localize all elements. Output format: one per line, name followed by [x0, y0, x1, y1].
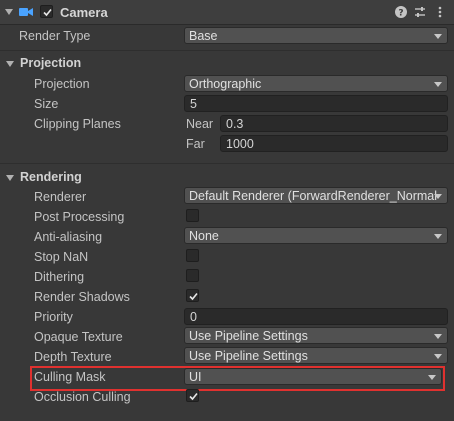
stop-nan-checkbox[interactable]	[186, 249, 199, 262]
clipping-planes-label: Clipping Planes	[34, 117, 121, 131]
anti-aliasing-label: Anti-aliasing	[34, 230, 103, 244]
culling-mask-highlight	[30, 366, 445, 391]
priority-field[interactable]: 0	[184, 308, 448, 325]
chevron-down-icon	[434, 194, 442, 199]
occlusion-culling-checkbox[interactable]	[186, 389, 199, 402]
component-header[interactable]: Camera ?	[0, 0, 454, 25]
far-field[interactable]: 1000	[220, 135, 448, 152]
rendering-section-title[interactable]: Rendering	[20, 170, 82, 184]
render-shadows-checkbox[interactable]	[186, 289, 199, 302]
renderer-label: Renderer	[34, 190, 87, 204]
rendering-foldout-icon[interactable]	[6, 175, 14, 181]
dithering-label: Dithering	[34, 270, 85, 284]
depth-texture-dropdown[interactable]: Use Pipeline Settings	[184, 347, 448, 364]
checkmark-icon	[189, 392, 198, 401]
priority-label: Priority	[34, 310, 73, 324]
projection-section-title[interactable]: Projection	[20, 56, 81, 70]
chevron-down-icon	[434, 82, 442, 87]
render-shadows-label: Render Shadows	[34, 290, 130, 304]
projection-label: Projection	[34, 77, 90, 91]
presets-icon[interactable]	[413, 5, 427, 19]
camera-icon	[19, 8, 33, 16]
projection-dropdown[interactable]: Orthographic	[184, 75, 448, 92]
render-type-dropdown[interactable]: Base	[184, 27, 448, 44]
chevron-down-icon	[434, 34, 442, 39]
anti-aliasing-value: None	[189, 229, 219, 243]
depth-texture-value: Use Pipeline Settings	[189, 349, 308, 363]
menu-icon[interactable]	[433, 5, 447, 19]
near-field[interactable]: 0.3	[220, 115, 448, 132]
help-icon[interactable]: ?	[394, 5, 408, 19]
component-title: Camera	[60, 5, 108, 20]
opaque-texture-label: Opaque Texture	[34, 330, 123, 344]
section-divider	[0, 163, 454, 164]
projection-foldout-icon[interactable]	[6, 61, 14, 67]
svg-text:?: ?	[398, 9, 403, 19]
foldout-arrow-icon[interactable]	[5, 9, 13, 15]
occlusion-culling-label: Occlusion Culling	[34, 390, 131, 404]
dithering-checkbox[interactable]	[186, 269, 199, 282]
post-processing-checkbox[interactable]	[186, 209, 199, 222]
renderer-dropdown[interactable]: Default Renderer (ForwardRenderer_Normal	[184, 187, 448, 204]
far-label: Far	[186, 137, 205, 151]
depth-texture-label: Depth Texture	[34, 350, 112, 364]
section-divider	[0, 50, 454, 51]
render-type-label: Render Type	[19, 29, 91, 43]
opaque-texture-value: Use Pipeline Settings	[189, 329, 308, 343]
post-processing-label: Post Processing	[34, 210, 125, 224]
chevron-down-icon	[434, 234, 442, 239]
near-label: Near	[186, 117, 214, 131]
size-field[interactable]: 5	[184, 95, 448, 112]
size-label: Size	[34, 97, 59, 111]
render-type-value: Base	[189, 29, 218, 43]
chevron-down-icon	[434, 334, 442, 339]
opaque-texture-dropdown[interactable]: Use Pipeline Settings	[184, 327, 448, 344]
renderer-value: Default Renderer (ForwardRenderer_Normal	[189, 189, 438, 203]
projection-value: Orthographic	[189, 77, 262, 91]
anti-aliasing-dropdown[interactable]: None	[184, 227, 448, 244]
checkmark-icon	[189, 292, 198, 301]
stop-nan-label: Stop NaN	[34, 250, 89, 264]
component-enabled-checkbox[interactable]	[40, 5, 53, 18]
chevron-down-icon	[434, 354, 442, 359]
